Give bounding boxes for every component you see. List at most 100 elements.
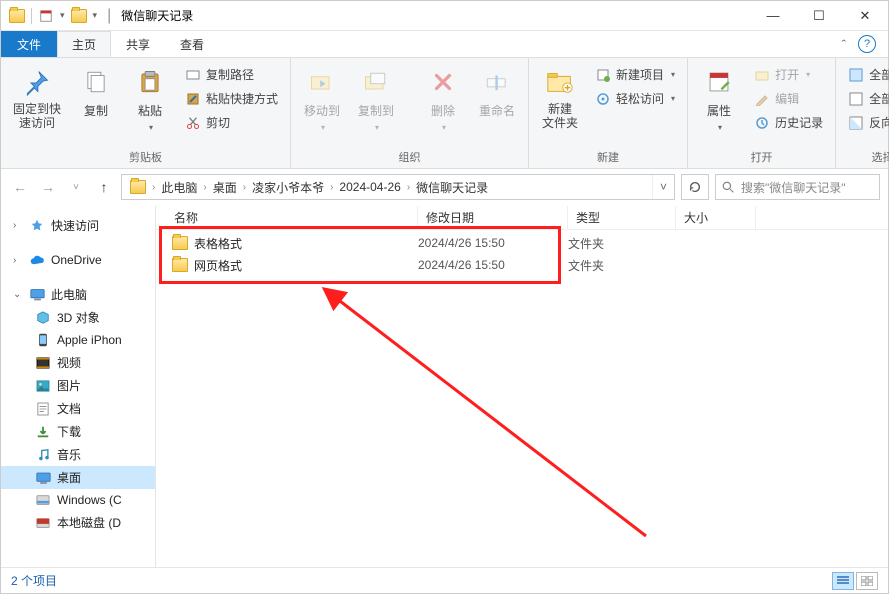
pin-to-quick-access-button[interactable]: 固定到快 速访问	[7, 62, 67, 133]
chevron-down-icon[interactable]: ▾	[93, 10, 98, 21]
nav-item[interactable]: 文档	[1, 397, 155, 420]
paste-button[interactable]: 粘贴 ▾	[125, 62, 175, 134]
drive-icon	[35, 355, 51, 371]
chevron-down-icon[interactable]: ▾	[60, 10, 65, 21]
invert-selection-icon	[848, 115, 864, 131]
breadcrumb-item[interactable]: 此电脑	[157, 179, 201, 196]
new-item-icon	[595, 67, 611, 83]
drive-icon	[35, 515, 51, 531]
breadcrumb-item[interactable]: 凌家小爷本爷	[248, 179, 328, 196]
rename-button[interactable]: 重命名	[472, 62, 522, 121]
file-list-view[interactable]: 名称 修改日期 类型 大小 表格格式 2024/4/26 15:50 文件夹 网…	[156, 206, 888, 567]
item-count: 2 个项目	[11, 572, 57, 589]
tab-home[interactable]: 主页	[57, 31, 111, 57]
nav-item[interactable]: 下载	[1, 420, 155, 443]
easy-access-icon	[595, 91, 611, 107]
chevron-right-icon[interactable]: ›	[241, 182, 248, 193]
ribbon-tab-row: 文件 主页 共享 查看 ˆ ?	[1, 31, 888, 57]
chevron-right-icon[interactable]: ›	[201, 182, 208, 193]
new-folder-button[interactable]: 新建 文件夹	[535, 62, 585, 133]
ribbon-group-open: 属性▾ 打开▾ 编辑 历史记录 打开	[688, 58, 836, 168]
nav-item[interactable]: 视频	[1, 351, 155, 374]
file-tab[interactable]: 文件	[1, 31, 57, 57]
column-header-name[interactable]: 名称	[156, 206, 418, 229]
chevron-right-icon[interactable]: ›	[328, 182, 335, 193]
details-view-button[interactable]	[832, 572, 854, 590]
file-row[interactable]: 网页格式 2024/4/26 15:50 文件夹	[156, 254, 888, 276]
drive-icon	[35, 401, 51, 417]
cut-button[interactable]: 剪切	[179, 112, 284, 133]
nav-item[interactable]: Apple iPhon	[1, 329, 155, 351]
recent-locations-button[interactable]: ˅	[65, 176, 87, 198]
minimize-button[interactable]: ―	[750, 1, 796, 31]
new-item-button[interactable]: 新建项目▾	[589, 64, 681, 85]
nav-item[interactable]: 本地磁盘 (D	[1, 511, 155, 534]
nav-this-pc[interactable]: ⌄ 此电脑	[1, 283, 155, 306]
history-button[interactable]: 历史记录	[748, 112, 829, 133]
delete-button[interactable]: 删除▾	[418, 62, 468, 134]
nav-item[interactable]: 3D 对象	[1, 306, 155, 329]
select-none-button[interactable]: 全部取消	[842, 88, 889, 109]
edit-button[interactable]: 编辑	[748, 88, 829, 109]
back-button[interactable]: ←	[9, 176, 31, 198]
ribbon: 固定到快 速访问 复制 粘贴 ▾ 复制路径	[1, 57, 888, 169]
breadcrumb[interactable]: › 此电脑 › 桌面 › 凌家小爷本爷 › 2024-04-26 › 微信聊天记…	[121, 174, 675, 200]
nav-item[interactable]: 桌面	[1, 466, 155, 489]
large-icons-view-button[interactable]	[856, 572, 878, 590]
collapse-icon[interactable]: ⌄	[13, 289, 23, 300]
invert-selection-button[interactable]: 反向选择	[842, 112, 889, 133]
tab-share[interactable]: 共享	[111, 31, 165, 57]
select-none-icon	[848, 91, 864, 107]
breadcrumb-item[interactable]: 2024-04-26	[335, 180, 404, 194]
navigation-pane[interactable]: › 快速访问 › OneDrive ⌄ 此电脑 3D 对象Apple iPhon…	[1, 206, 156, 567]
nav-item[interactable]: 音乐	[1, 443, 155, 466]
file-date: 2024/4/26 15:50	[418, 258, 568, 272]
cut-icon	[185, 115, 201, 131]
paste-shortcut-button[interactable]: 粘贴快捷方式	[179, 88, 284, 109]
nav-quick-access[interactable]: › 快速访问	[1, 214, 155, 237]
file-row[interactable]: 表格格式 2024/4/26 15:50 文件夹	[156, 232, 888, 254]
select-all-button[interactable]: 全部选择	[842, 64, 889, 85]
drive-icon	[35, 424, 51, 440]
chevron-right-icon[interactable]: ›	[150, 182, 157, 193]
column-headers: 名称 修改日期 类型 大小	[156, 206, 888, 230]
copy-to-button[interactable]: 复制到▾	[351, 62, 401, 134]
column-header-type[interactable]: 类型	[568, 206, 676, 229]
chevron-right-icon[interactable]: ›	[405, 182, 412, 193]
open-button[interactable]: 打开▾	[748, 64, 829, 85]
copy-button[interactable]: 复制	[71, 62, 121, 121]
column-header-size[interactable]: 大小	[676, 206, 756, 229]
select-all-icon	[848, 67, 864, 83]
breadcrumb-dropdown[interactable]: ˅	[652, 175, 674, 199]
nav-item[interactable]: Windows (C	[1, 489, 155, 511]
properties-icon[interactable]	[38, 8, 54, 24]
new-folder-icon	[544, 66, 576, 98]
maximize-button[interactable]: ☐	[796, 1, 842, 31]
collapse-ribbon-button[interactable]: ˆ	[842, 37, 846, 52]
close-button[interactable]: ✕	[842, 1, 888, 31]
copy-path-button[interactable]: 复制路径	[179, 64, 284, 85]
easy-access-button[interactable]: 轻松访问▾	[589, 88, 681, 109]
up-button[interactable]: ↑	[93, 176, 115, 198]
move-to-button[interactable]: 移动到▾	[297, 62, 347, 134]
expand-icon[interactable]: ›	[13, 255, 23, 266]
forward-button[interactable]: →	[37, 176, 59, 198]
rename-icon	[481, 66, 513, 98]
expand-icon[interactable]: ›	[13, 220, 23, 231]
search-input[interactable]: 搜索"微信聊天记录"	[715, 174, 880, 200]
group-label: 剪贴板	[1, 149, 290, 168]
breadcrumb-item[interactable]: 微信聊天记录	[412, 179, 492, 196]
tab-view[interactable]: 查看	[165, 31, 219, 57]
folder-icon	[172, 235, 188, 251]
refresh-button[interactable]	[681, 174, 709, 200]
breadcrumb-item[interactable]: 桌面	[209, 179, 241, 196]
nav-item[interactable]: 图片	[1, 374, 155, 397]
help-icon[interactable]: ?	[858, 35, 876, 53]
nav-onedrive[interactable]: › OneDrive	[1, 249, 155, 271]
properties-button[interactable]: 属性▾	[694, 62, 744, 134]
address-bar-row: ← → ˅ ↑ › 此电脑 › 桌面 › 凌家小爷本爷 › 2024-04-26…	[1, 169, 888, 205]
ribbon-group-select: 全部选择 全部取消 反向选择 选择	[836, 58, 889, 168]
status-bar: 2 个项目	[1, 567, 888, 593]
column-header-modified[interactable]: 修改日期	[418, 206, 568, 229]
history-icon	[754, 115, 770, 131]
